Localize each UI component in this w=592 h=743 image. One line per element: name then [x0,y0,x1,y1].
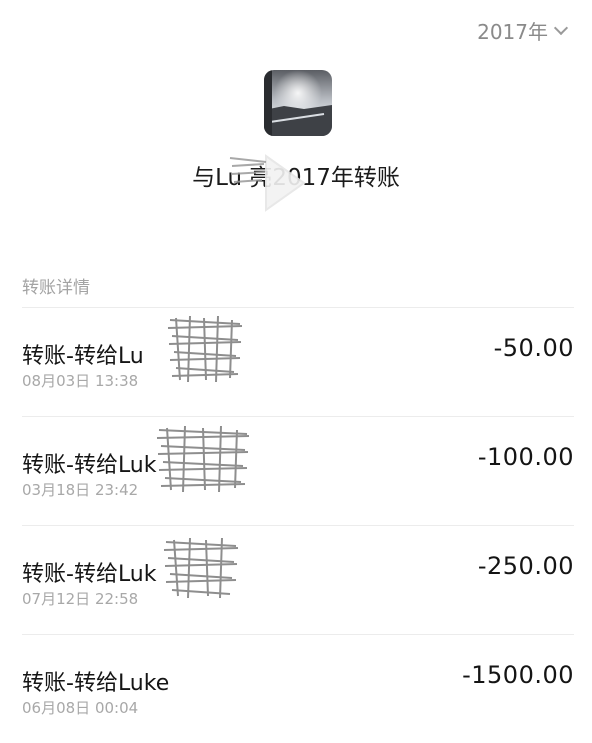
transaction-row[interactable]: 转账-转给Luk 03月18日 23:42 -100.00 [0,417,592,525]
transaction-time: 03月18日 23:42 [22,481,139,499]
avatar-landscape-icon [264,70,332,136]
transaction-amount: -100.00 [477,443,574,471]
transaction-row[interactable]: 转账-转给Luke 06月08日 00:04 -1500.00 [0,635,592,743]
transaction-amount: -50.00 [493,334,574,362]
transaction-row[interactable]: 转账-转给Lu 08月03日 13:38 -50.00 [0,308,592,416]
redaction-scribble [163,537,239,599]
year-label: 2017年 [477,20,548,44]
transaction-time: 07月12日 22:58 [22,590,139,608]
transaction-time: 06月08日 00:04 [22,699,139,717]
transaction-title: 转账-转给Luke [22,671,170,696]
transaction-amount: -1500.00 [462,661,574,689]
transaction-title: 转账-转给Luk [22,453,157,478]
redaction-scribble [156,425,250,493]
redaction-scribble [167,315,243,383]
transaction-title: 转账-转给Lu [22,344,144,369]
year-selector[interactable]: 2017年 [477,16,569,45]
transaction-time: 08月03日 13:38 [22,372,139,390]
transaction-amount: -250.00 [477,552,574,580]
transaction-row[interactable]: 转账-转给Luk 07月12日 22:58 -250.00 [0,526,592,634]
avatar [264,70,332,136]
transaction-title: 转账-转给Luk [22,562,157,587]
chevron-down-icon [553,20,569,35]
redaction-scribble [229,157,267,183]
section-label: 转账详情 [22,278,90,298]
